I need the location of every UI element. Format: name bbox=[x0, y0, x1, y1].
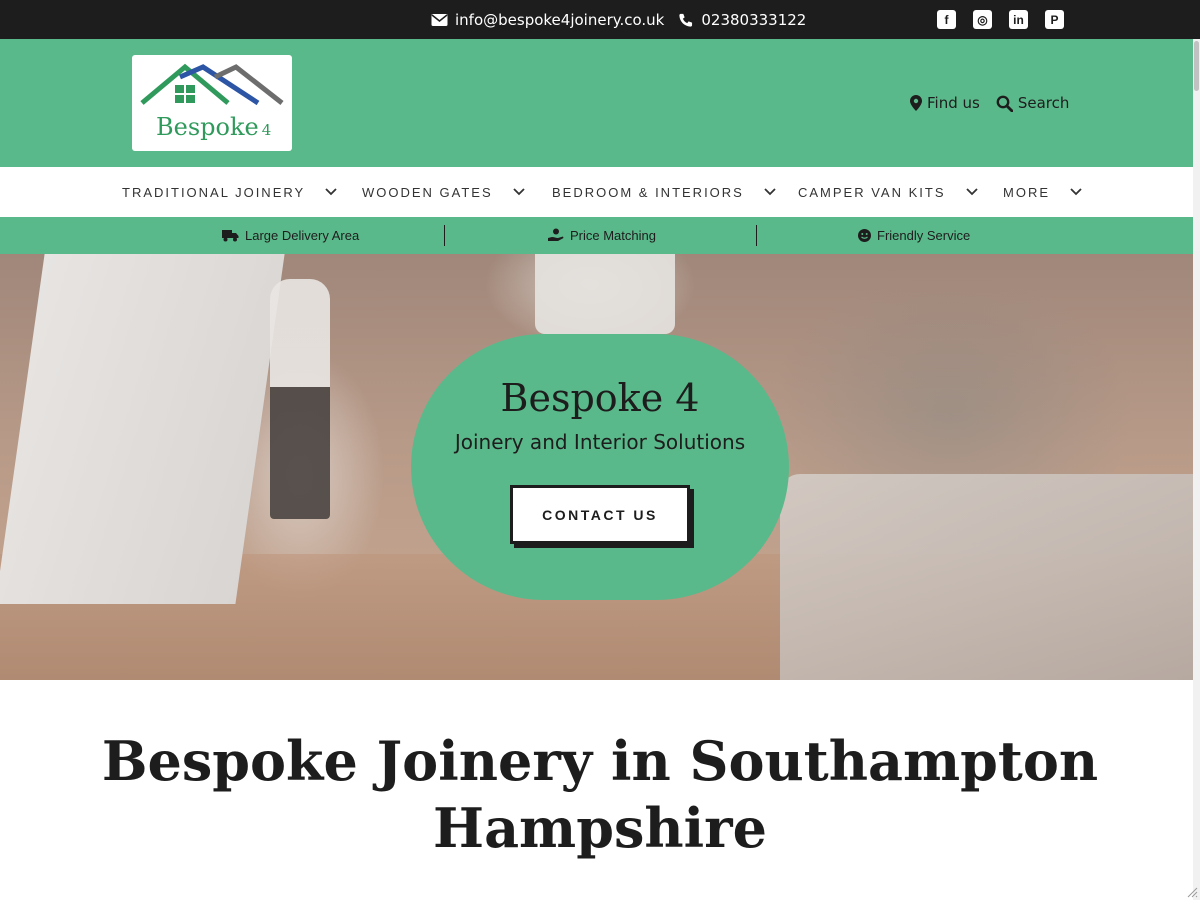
chevron-down-icon bbox=[764, 188, 776, 196]
hand-coin-icon bbox=[548, 228, 564, 241]
pinterest-icon[interactable]: P bbox=[1045, 10, 1064, 29]
nav-item-more[interactable]: MORE bbox=[1003, 167, 1082, 217]
site-logo[interactable]: Bespoke 4 bbox=[132, 55, 292, 151]
nav-item-label: TRADITIONAL JOINERY bbox=[122, 184, 306, 200]
chevron-down-icon bbox=[965, 188, 978, 196]
smile-icon bbox=[858, 229, 871, 242]
envelope-icon bbox=[431, 13, 448, 26]
page-title-line-1: Bespoke Joinery in Southampton bbox=[101, 729, 1099, 793]
logo-text: Bespoke 4 bbox=[156, 113, 272, 141]
find-us-label: Find us bbox=[927, 94, 980, 112]
chevron-down-icon bbox=[1070, 188, 1082, 196]
scrollbar-thumb[interactable] bbox=[1194, 41, 1199, 91]
hero-background-panel bbox=[0, 254, 285, 604]
linkedin-icon[interactable]: in bbox=[1009, 10, 1028, 29]
page-title: Bespoke Joinery in Southampton Hampshire bbox=[100, 728, 1100, 862]
search-link[interactable]: Search bbox=[996, 94, 1070, 112]
resize-grip-icon[interactable] bbox=[1186, 886, 1198, 898]
hero-subtitle: Joinery and Interior Solutions bbox=[454, 430, 746, 454]
nav-item-bedroom-interiors[interactable]: BEDROOM & INTERIORS bbox=[552, 167, 776, 217]
usp-label: Price Matching bbox=[570, 228, 656, 243]
phone-icon bbox=[679, 13, 693, 27]
nav-item-label: MORE bbox=[1003, 184, 1050, 200]
site-header: Bespoke 4 Find us Search bbox=[0, 39, 1200, 167]
search-icon bbox=[996, 95, 1013, 112]
hero-background-worker bbox=[270, 279, 330, 519]
nav-item-label: BEDROOM & INTERIORS bbox=[552, 184, 744, 200]
instagram-icon[interactable]: ◎ bbox=[973, 10, 992, 29]
contact-info: info@bespoke4joinery.co.uk 02380333122 bbox=[431, 0, 806, 39]
contact-us-button[interactable]: CONTACT US bbox=[510, 485, 690, 544]
social-links: f ◎ in P bbox=[937, 10, 1064, 29]
email-link[interactable]: info@bespoke4joinery.co.uk bbox=[455, 11, 664, 29]
top-bar: info@bespoke4joinery.co.uk 02380333122 f… bbox=[0, 0, 1200, 39]
hero-callout: Bespoke 4 Joinery and Interior Solutions… bbox=[411, 334, 789, 600]
usp-item-service: Friendly Service bbox=[858, 217, 970, 254]
nav-item-wooden-gates[interactable]: WOODEN GATES bbox=[362, 167, 525, 217]
logo-roof-graphic bbox=[140, 63, 284, 106]
header-links: Find us Search bbox=[910, 39, 1069, 167]
nav-item-label: WOODEN GATES bbox=[362, 184, 493, 200]
scrollbar[interactable] bbox=[1193, 39, 1200, 900]
phone-link[interactable]: 02380333122 bbox=[701, 11, 806, 29]
hero-background-machine bbox=[780, 474, 1200, 680]
nav-item-traditional-joinery[interactable]: TRADITIONAL JOINERY bbox=[122, 167, 337, 217]
chevron-down-icon bbox=[325, 188, 337, 196]
usp-divider bbox=[444, 225, 445, 246]
find-us-link[interactable]: Find us bbox=[910, 94, 980, 112]
main-navigation: TRADITIONAL JOINERY WOODEN GATES BEDROOM… bbox=[0, 167, 1200, 217]
usp-item-price: Price Matching bbox=[548, 217, 656, 254]
facebook-icon[interactable]: f bbox=[937, 10, 956, 29]
map-pin-icon bbox=[910, 95, 922, 111]
usp-label: Friendly Service bbox=[877, 228, 971, 243]
page-title-line-2: Hampshire bbox=[433, 796, 767, 860]
usp-bar: Large Delivery Area Price Matching Frien… bbox=[0, 217, 1200, 254]
usp-divider bbox=[756, 225, 757, 246]
usp-label: Large Delivery Area bbox=[245, 228, 360, 243]
usp-item-delivery: Large Delivery Area bbox=[222, 217, 359, 254]
hero-title: Bespoke 4 bbox=[500, 376, 700, 420]
chevron-down-icon bbox=[513, 188, 525, 196]
nav-item-camper-van-kits[interactable]: CAMPER VAN KITS bbox=[798, 167, 978, 217]
hero-banner: Bespoke 4 Joinery and Interior Solutions… bbox=[0, 254, 1200, 680]
hero-background-worker bbox=[535, 254, 675, 334]
search-label: Search bbox=[1017, 94, 1070, 112]
truck-icon bbox=[222, 230, 239, 242]
nav-item-label: CAMPER VAN KITS bbox=[798, 184, 946, 200]
